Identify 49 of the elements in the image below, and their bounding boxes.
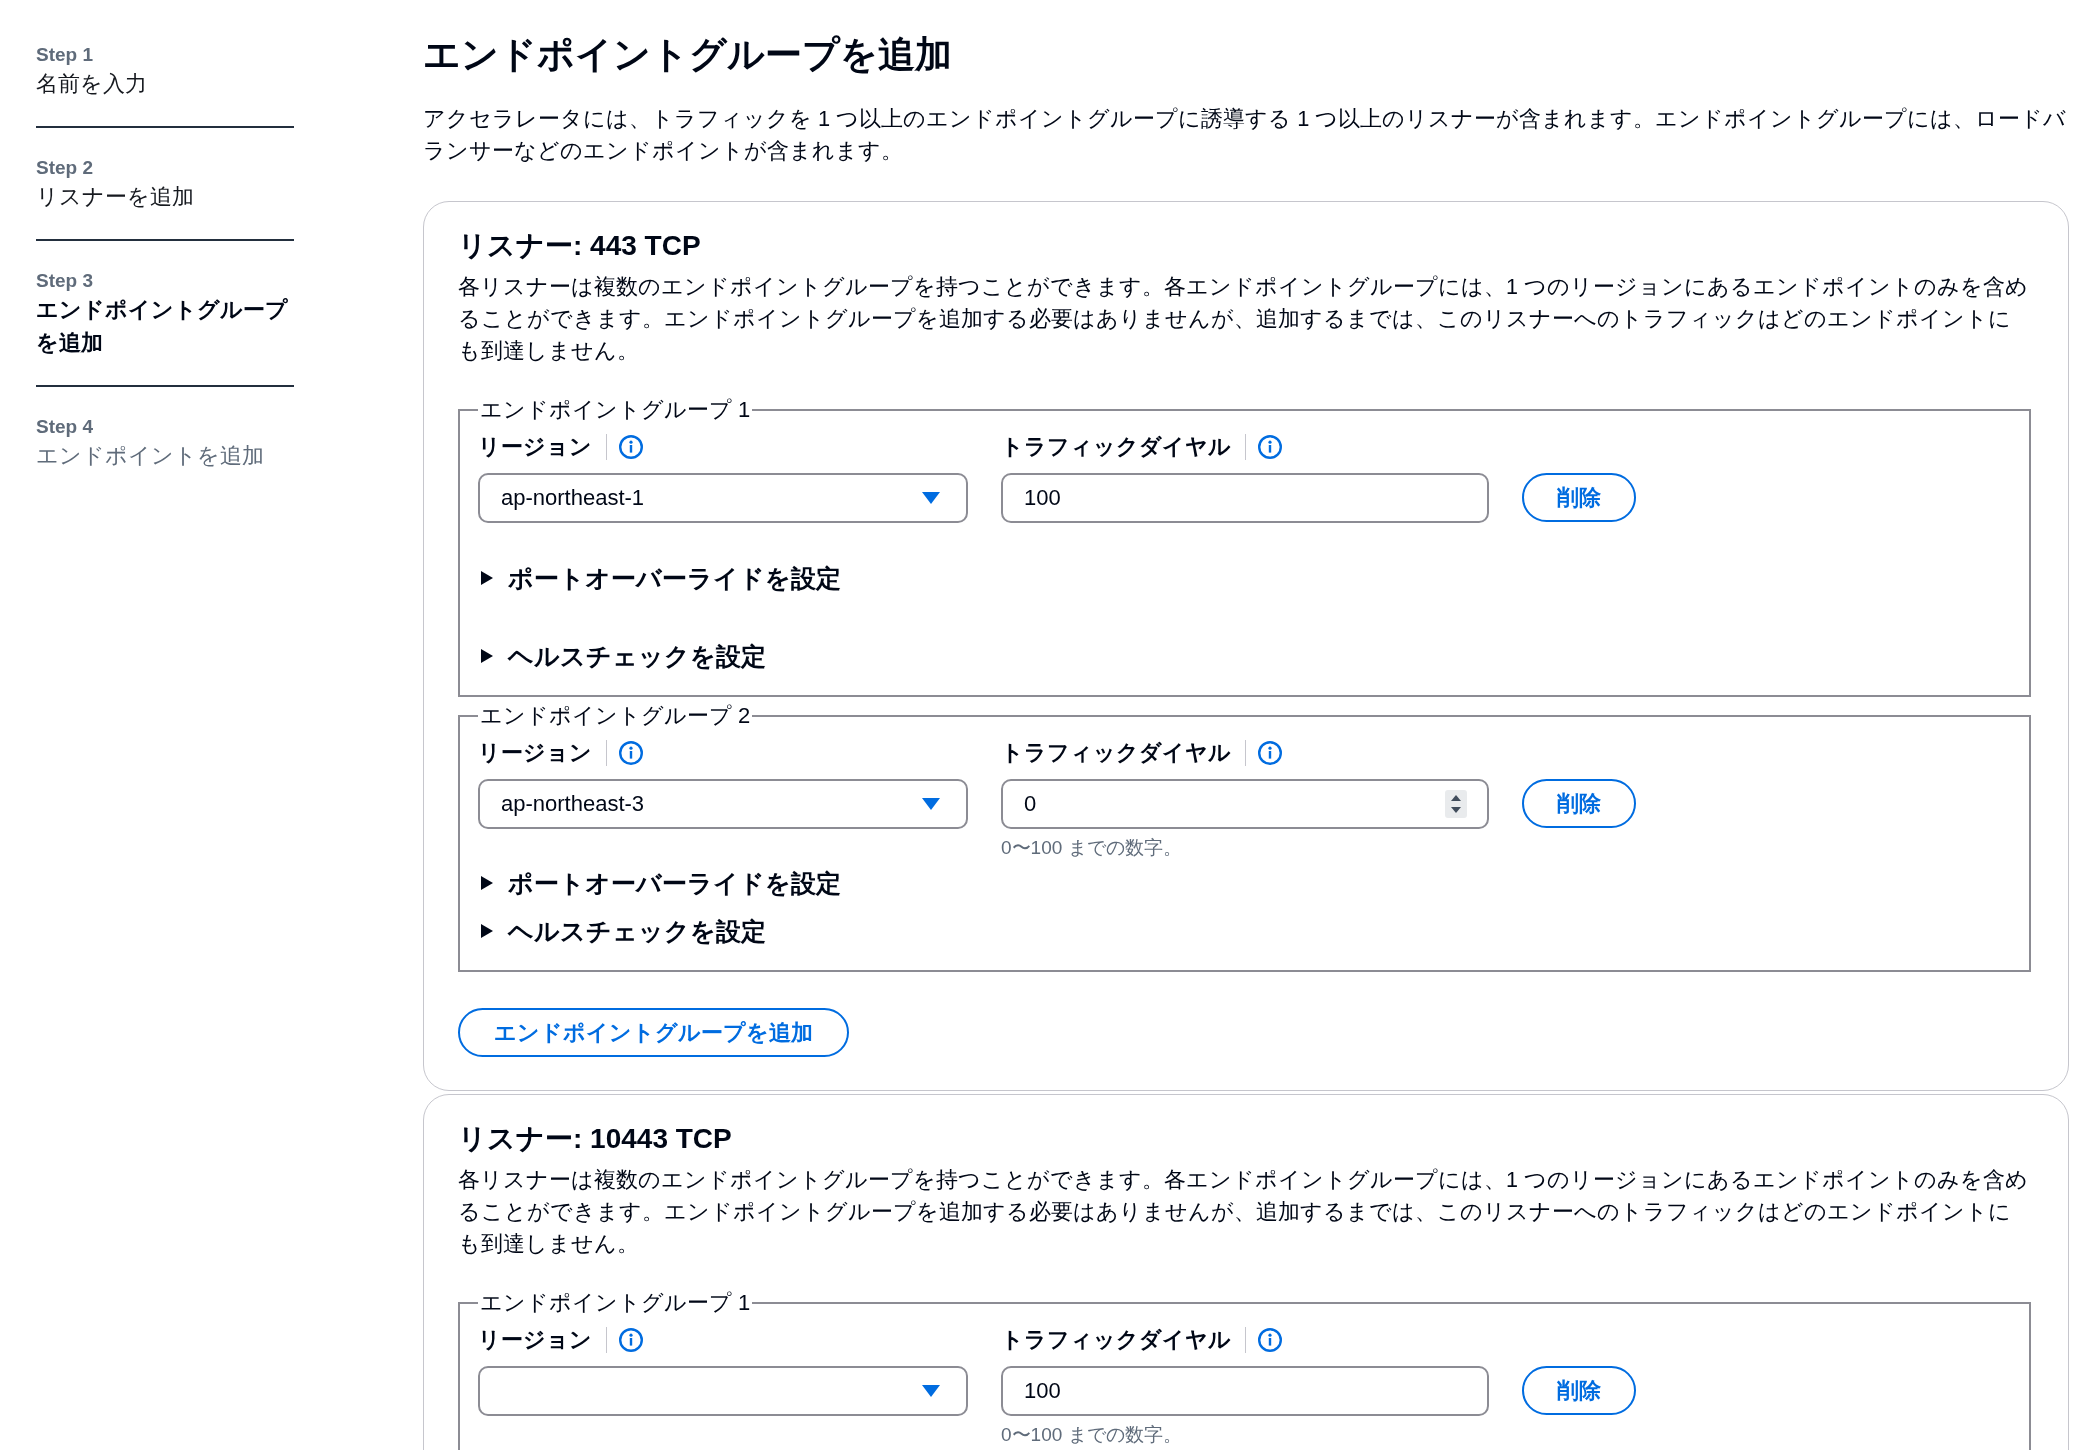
add-endpoint-group-button[interactable]: エンドポイントグループを追加	[458, 1008, 849, 1057]
step-label: エンドポイントを追加	[36, 442, 264, 470]
remove-button[interactable]: 削除	[1522, 473, 1636, 522]
listener-title: リスナー: 443 TCP	[458, 229, 701, 263]
region-select[interactable]: ap-northeast-3	[478, 779, 968, 829]
group-legend: エンドポイントグループ 2	[478, 701, 753, 731]
traffic-dial-input[interactable]: 100	[1001, 473, 1489, 523]
info-icon[interactable]	[1258, 1328, 1282, 1352]
field-label: リージョン	[478, 739, 592, 767]
step-number: Step 1	[36, 43, 94, 67]
group-legend: エンドポイントグループ 1	[478, 1288, 753, 1318]
field-label: トラフィックダイヤル	[1001, 739, 1231, 767]
page-title: エンドポイントグループを追加	[423, 33, 952, 77]
region-select[interactable]: ap-northeast-1	[478, 473, 968, 523]
caret-down-icon	[922, 492, 940, 504]
expander-toggle[interactable]: ポートオーバーライドを設定	[478, 865, 841, 901]
field-hint: 0〜100 までの数字。	[1001, 836, 1182, 860]
info-icon[interactable]	[1258, 741, 1282, 765]
step-number: Step 3	[36, 269, 94, 293]
remove-button[interactable]: 削除	[1522, 1366, 1636, 1415]
field-label: リージョン	[478, 433, 592, 461]
caret-down-icon	[922, 798, 940, 810]
expander-toggle[interactable]: ヘルスチェックを設定	[478, 638, 766, 674]
remove-button[interactable]: 削除	[1522, 779, 1636, 828]
spinner-icon[interactable]	[1445, 790, 1467, 818]
step-label: 名前を入力	[36, 70, 147, 98]
info-icon[interactable]	[619, 741, 643, 765]
region-select[interactable]	[478, 1366, 968, 1416]
listener-description: 各リスナーは複数のエンドポイントグループを持つことができます。各エンドポイントグループには、1 つのリージョンにあるエンドポイントのみを含めることができます。エンドポイントグループを追加する必要はありませんが、追加するまでは、このリスナーへのトラフィックはどのエンドポイントにも到達しません。	[458, 274, 2029, 365]
expander-toggle[interactable]: ヘルスチェックを設定	[478, 913, 766, 949]
page-description: アクセラレータには、トラフィックを 1 つ以上のエンドポイントグループに誘導する 1 つ以上のリスナーが含まれます。エンドポイントグループには、ロードバランサーなどのエンドポイントが含まれます。	[423, 105, 2068, 165]
listener-description: 各リスナーは複数のエンドポイントグループを持つことができます。各エンドポイントグループには、1 つのリージョンにあるエンドポイントのみを含めることができます。エンドポイントグループを追加する必要はありませんが、追加するまでは、このリスナーへのトラフィックはどのエンドポイントにも到達しません。	[458, 1167, 2029, 1258]
info-icon[interactable]	[619, 1328, 643, 1352]
step-label: エンドポイントグループを追加	[36, 296, 288, 357]
field-label: リージョン	[478, 1326, 592, 1354]
step-number: Step 4	[36, 415, 94, 439]
expander-toggle[interactable]: ポートオーバーライドを設定	[478, 560, 841, 596]
field-label: トラフィックダイヤル	[1001, 433, 1231, 461]
field-hint: 0〜100 までの数字。	[1001, 1423, 1182, 1447]
step-number: Step 2	[36, 156, 94, 180]
step-label: リスナーを追加	[36, 183, 194, 211]
listener-title: リスナー: 10443 TCP	[458, 1122, 732, 1156]
field-label: トラフィックダイヤル	[1001, 1326, 1231, 1354]
caret-down-icon	[922, 1385, 940, 1397]
info-icon[interactable]	[619, 435, 643, 459]
info-icon[interactable]	[1258, 435, 1282, 459]
traffic-dial-input[interactable]: 100	[1001, 1366, 1489, 1416]
traffic-dial-input[interactable]: 0	[1001, 779, 1489, 829]
group-legend: エンドポイントグループ 1	[478, 395, 753, 425]
